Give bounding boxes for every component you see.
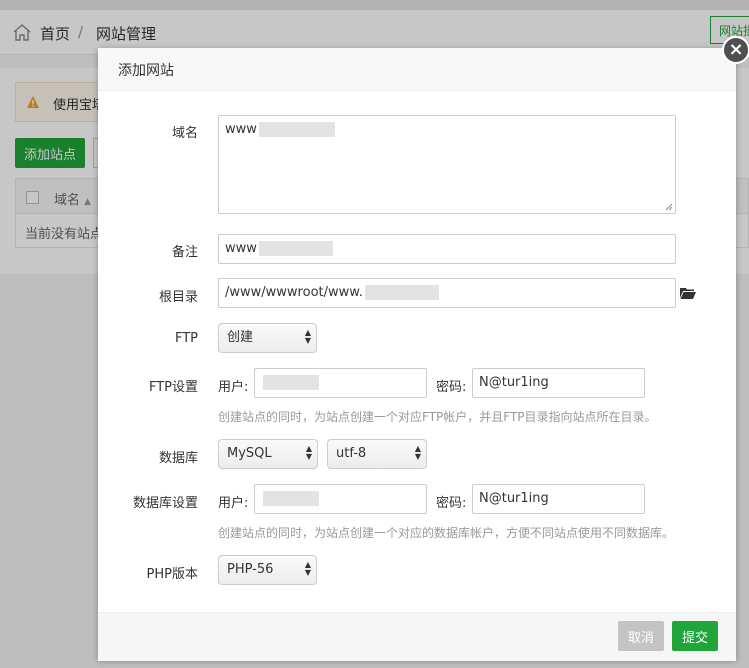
- db-user-input[interactable]: [254, 484, 427, 514]
- charset-selected-value: utf-8: [336, 446, 367, 461]
- add-site-modal: 添加网站 域名 www 备注 www 根目录 /www/wwwroot/www.…: [98, 48, 736, 661]
- folder-icon[interactable]: [680, 287, 696, 299]
- db-settings-label: 数据库设置: [132, 496, 198, 511]
- ftp-password-input[interactable]: N@tur1ing: [472, 368, 645, 398]
- modal-footer: 取消 提交: [98, 612, 736, 661]
- remark-input[interactable]: www: [218, 234, 676, 264]
- root-dir-value: /www/wwwroot/www.: [225, 285, 363, 300]
- ftp-settings-label: FTP设置: [148, 380, 198, 395]
- ftp-password-label: 密码:: [436, 380, 467, 395]
- select-arrows-icon: ▲ ▼: [414, 444, 421, 461]
- ftp-label: FTP: [174, 331, 198, 346]
- database-type-select[interactable]: MySQL ▲ ▼: [218, 439, 318, 469]
- ftp-select[interactable]: 创建 ▲ ▼: [218, 323, 317, 353]
- database-charset-select[interactable]: utf-8 ▲ ▼: [327, 439, 427, 469]
- database-label: 数据库: [158, 451, 198, 466]
- ftp-hint: 创建站点的同时，为站点创建一个对应FTP帐户，并且FTP目录指向站点所在目录。: [218, 410, 657, 424]
- ftp-selected-value: 创建: [227, 330, 254, 345]
- cancel-button[interactable]: 取消: [618, 621, 664, 651]
- domain-label: 域名: [171, 126, 198, 141]
- php-version-label: PHP版本: [146, 567, 198, 582]
- modal-header: 添加网站: [98, 48, 736, 91]
- root-dir-input[interactable]: /www/wwwroot/www.: [218, 278, 676, 308]
- db-hint: 创建站点的同时，为站点创建一个对应的数据库帐户，方便不同站点使用不同数据库。: [218, 526, 675, 540]
- select-arrows-icon: ▲ ▼: [305, 444, 312, 461]
- db-password-label: 密码:: [436, 496, 467, 511]
- redacted-remark: [258, 241, 333, 256]
- ftp-user-input[interactable]: [254, 368, 427, 398]
- redacted-domain: [258, 122, 335, 137]
- submit-button[interactable]: 提交: [672, 621, 718, 651]
- redacted-ftp-user: [263, 375, 319, 390]
- db-user-label: 用户:: [218, 496, 249, 511]
- redacted-db-user: [263, 491, 319, 506]
- modal-title: 添加网站: [118, 63, 174, 79]
- domain-textarea[interactable]: www: [218, 115, 676, 214]
- remark-value: www: [225, 241, 257, 256]
- close-icon[interactable]: ×: [722, 36, 749, 64]
- database-selected-value: MySQL: [227, 446, 272, 461]
- root-dir-label: 根目录: [158, 290, 198, 305]
- resize-handle-icon[interactable]: [665, 203, 673, 211]
- select-arrows-icon: ▲ ▼: [304, 328, 311, 345]
- select-arrows-icon: ▲ ▼: [304, 560, 311, 577]
- ftp-user-label: 用户:: [218, 380, 249, 395]
- domain-value: www: [225, 122, 257, 137]
- remark-label: 备注: [171, 245, 198, 260]
- php-version-select[interactable]: PHP-56 ▲ ▼: [218, 555, 317, 585]
- db-password-input[interactable]: N@tur1ing: [472, 484, 645, 514]
- php-selected-value: PHP-56: [227, 562, 274, 577]
- redacted-root-dir: [364, 285, 439, 300]
